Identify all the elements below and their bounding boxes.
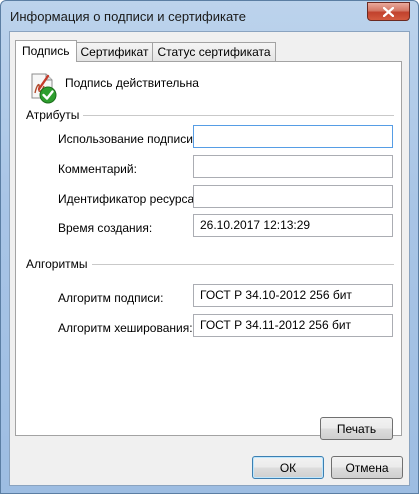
hash-algorithm-label: Алгоритм хеширования: [58, 321, 193, 335]
ok-button[interactable]: ОК [252, 456, 324, 479]
window-title: Информация о подписи и сертификате [10, 9, 246, 24]
cancel-button[interactable]: Отмена [331, 456, 403, 479]
signature-usage-field[interactable] [193, 125, 393, 148]
signature-valid-icon [31, 73, 57, 104]
signature-status-text: Подпись действительна [65, 76, 199, 90]
creation-time-label: Время создания: [58, 221, 153, 235]
comment-label: Комментарий: [58, 162, 137, 176]
title-bar[interactable]: Информация о подписи и сертификате [1, 1, 418, 31]
signature-algorithm-label: Алгоритм подписи: [58, 291, 164, 305]
signature-usage-label: Использование подписи: [58, 132, 197, 146]
resource-id-field[interactable] [193, 185, 393, 208]
tab-signature[interactable]: Подпись [15, 40, 77, 62]
comment-field[interactable] [193, 155, 393, 178]
tab-strip: Подпись Сертификат Статус сертификата [15, 40, 276, 62]
tab-panel-signature: Подпись действительна Атрибуты Использов… [15, 61, 402, 440]
hash-algorithm-field[interactable]: ГОСТ Р 34.11-2012 256 бит [193, 314, 393, 337]
dialog-window: Информация о подписи и сертификате Подпи… [0, 0, 419, 494]
creation-time-field[interactable]: 26.10.2017 12:13:29 [193, 214, 393, 237]
close-button[interactable] [367, 2, 410, 21]
tab-certificate[interactable]: Сертификат [76, 42, 154, 62]
print-button[interactable]: Печать [320, 417, 393, 440]
signature-algorithm-field[interactable]: ГОСТ Р 34.10-2012 256 бит [193, 284, 393, 307]
dialog-client-area: Подпись Сертификат Статус сертификата По… [9, 31, 410, 486]
resource-id-label: Идентификатор ресурса: [58, 192, 198, 206]
tab-certificate-status[interactable]: Статус сертификата [153, 42, 276, 62]
close-icon [383, 6, 394, 17]
attributes-group-label: Атрибуты [26, 108, 84, 122]
algorithms-group-label: Алгоритмы [26, 257, 92, 271]
